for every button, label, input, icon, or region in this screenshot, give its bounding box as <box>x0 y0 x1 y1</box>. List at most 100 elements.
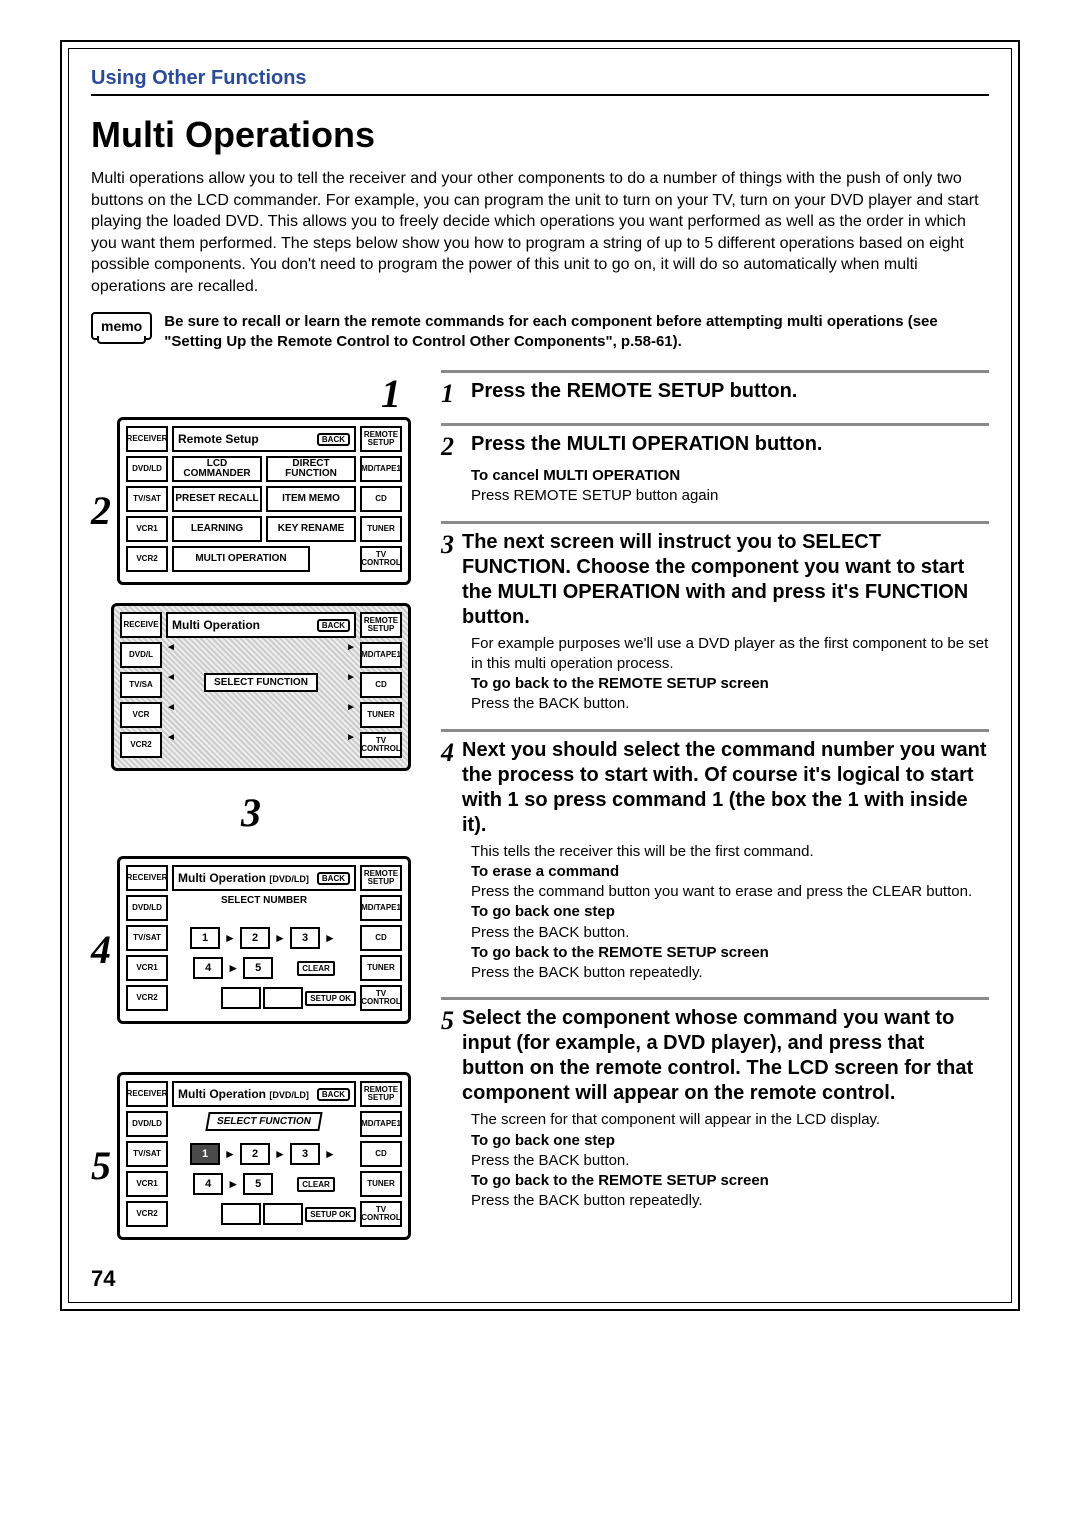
side-btn: DVD/LD <box>126 895 168 921</box>
num-box-3: 3 <box>290 927 320 949</box>
side-btn: REMOTE SETUP <box>360 865 402 891</box>
arrow-icon: ► <box>225 1177 241 1191</box>
side-btn: VCR1 <box>126 1171 168 1197</box>
num-box-4: 4 <box>193 1173 223 1195</box>
side-btn: VCR <box>120 702 162 728</box>
arrow-icon: ► <box>322 1147 338 1161</box>
side-btn: REMOTE SETUP <box>360 1081 402 1107</box>
step-title: Press the REMOTE SETUP button. <box>471 379 797 404</box>
triangle-left-icon: ◄ <box>166 702 176 728</box>
step-text: The screen for that component will appea… <box>471 1110 989 1130</box>
step-title: The next screen will instruct you to SEL… <box>462 530 989 630</box>
callout-number-3: 3 <box>241 790 261 835</box>
step-text: This tells the receiver this will be the… <box>471 842 989 862</box>
step-subheading: To go back to the REMOTE SETUP screen <box>471 1171 989 1191</box>
step-title: Next you should select the command numbe… <box>462 738 989 838</box>
page-number: 74 <box>91 1266 411 1292</box>
lcd-title-bar: Multi Operation BACK <box>166 612 356 638</box>
num-box-1-selected: 1 <box>190 1143 220 1165</box>
side-btn: TV/SAT <box>126 1141 168 1167</box>
step-4: 4 Next you should select the command num… <box>441 729 989 984</box>
lcd-title: Multi Operation <box>172 618 260 632</box>
select-function-banner: SELECT FUNCTION <box>205 1112 322 1131</box>
side-btn: TV CONTROL <box>360 985 402 1011</box>
triangle-left-icon: ◄ <box>166 672 176 698</box>
side-btn: VCR2 <box>120 732 162 758</box>
triangle-left-icon: ◄ <box>166 732 176 758</box>
side-btn: REMOTE SETUP <box>360 612 402 638</box>
step-number: 1 <box>441 379 463 409</box>
select-number-banner: SELECT NUMBER <box>172 895 356 921</box>
lcd-title: Remote Setup <box>178 432 259 446</box>
triangle-right-icon: ► <box>346 732 356 758</box>
lcd-screen-select-number: RECEIVER Multi Operation [DVD/LD] BACK R… <box>117 856 411 1024</box>
num-box-5: 5 <box>243 1173 273 1195</box>
side-btn: DVD/LD <box>126 1111 168 1137</box>
num-box-2: 2 <box>240 927 270 949</box>
step-title: Select the component whose command you w… <box>462 1006 989 1106</box>
side-btn: TV CONTROL <box>360 1201 402 1227</box>
lcd-screen-select-function-2: RECEIVER Multi Operation [DVD/LD] BACK R… <box>117 1072 411 1240</box>
select-function-banner: SELECT FUNCTION <box>204 673 318 692</box>
arrow-icon: ► <box>272 931 288 945</box>
lcd-screen-multi-operation: RECEIVE Multi Operation BACK REMOTE SETU… <box>111 603 411 771</box>
side-btn: MD/TAPE1 <box>360 1111 402 1137</box>
intro-paragraph: Multi operations allow you to tell the r… <box>91 168 989 298</box>
triangle-right-icon: ► <box>346 642 356 668</box>
step-number: 3 <box>441 530 454 560</box>
triangle-left-icon: ◄ <box>166 642 176 668</box>
lcd-button-lcd-commander: LCD COMMANDER <box>172 456 262 482</box>
page-inner-border: Using Other Functions Multi Operations M… <box>68 48 1012 1303</box>
callout-number-5: 5 <box>91 1142 111 1189</box>
side-btn: MD/TAPE1 <box>360 456 402 482</box>
step-title: Press the MULTI OPERATION button. <box>471 432 822 457</box>
empty-box <box>221 987 261 1009</box>
side-btn: TUNER <box>360 1171 402 1197</box>
step-subheading: To cancel MULTI OPERATION <box>471 466 989 486</box>
lcd-button-learning: LEARNING <box>172 516 262 542</box>
lcd-button-key-rename: KEY RENAME <box>266 516 356 542</box>
num-box-4: 4 <box>193 957 223 979</box>
callout-number-1: 1 <box>381 371 401 416</box>
num-box-3: 3 <box>290 1143 320 1165</box>
lcd-title-bar: Multi Operation [DVD/LD] BACK <box>172 1081 356 1107</box>
side-btn: VCR2 <box>126 985 168 1011</box>
step-number: 4 <box>441 738 454 768</box>
page-title: Multi Operations <box>91 114 989 156</box>
step-text: Press the BACK button. <box>471 923 989 943</box>
two-column-layout: 1 2 RECEIVER Remote Setup BACK REMOTE SE… <box>91 370 989 1292</box>
step-subheading: To go back to the REMOTE SETUP screen <box>471 674 989 694</box>
side-btn: CD <box>360 1141 402 1167</box>
page-outer-border: Using Other Functions Multi Operations M… <box>60 40 1020 1311</box>
side-btn: RECEIVER <box>126 1081 168 1107</box>
step-text: Press the BACK button repeatedly. <box>471 963 989 983</box>
step-text: Press the command button you want to era… <box>471 882 989 902</box>
step-subheading: To go back one step <box>471 1131 989 1151</box>
step-number: 2 <box>441 432 463 462</box>
arrow-icon: ► <box>222 1147 238 1161</box>
side-btn: VCR1 <box>126 516 168 542</box>
step-text: For example purposes we'll use a DVD pla… <box>471 634 989 675</box>
side-btn: TV/SAT <box>126 486 168 512</box>
side-btn: DVD/L <box>120 642 162 668</box>
side-btn: TV/SAT <box>126 925 168 951</box>
side-btn: MD/TAPE1 <box>360 895 402 921</box>
arrow-icon: ► <box>322 931 338 945</box>
side-btn: CD <box>360 925 402 951</box>
side-btn: TUNER <box>360 516 402 542</box>
memo-badge: memo <box>91 312 152 340</box>
back-chip: BACK <box>317 619 350 632</box>
step-text: Press REMOTE SETUP button again <box>471 486 989 506</box>
triangle-right-icon: ► <box>346 702 356 728</box>
setup-ok-button: SETUP OK <box>305 1207 356 1222</box>
empty-box <box>221 1203 261 1225</box>
clear-button: CLEAR <box>297 961 335 976</box>
side-btn: TV CONTROL <box>360 546 402 572</box>
back-chip: BACK <box>317 1088 350 1101</box>
lcd-title-bar: Multi Operation [DVD/LD] BACK <box>172 865 356 891</box>
side-btn: DVD/LD <box>126 456 168 482</box>
lcd-title: Multi Operation [DVD/LD] <box>178 871 309 885</box>
side-btn: VCR2 <box>126 1201 168 1227</box>
step-number: 5 <box>441 1006 454 1036</box>
arrow-icon: ► <box>272 1147 288 1161</box>
